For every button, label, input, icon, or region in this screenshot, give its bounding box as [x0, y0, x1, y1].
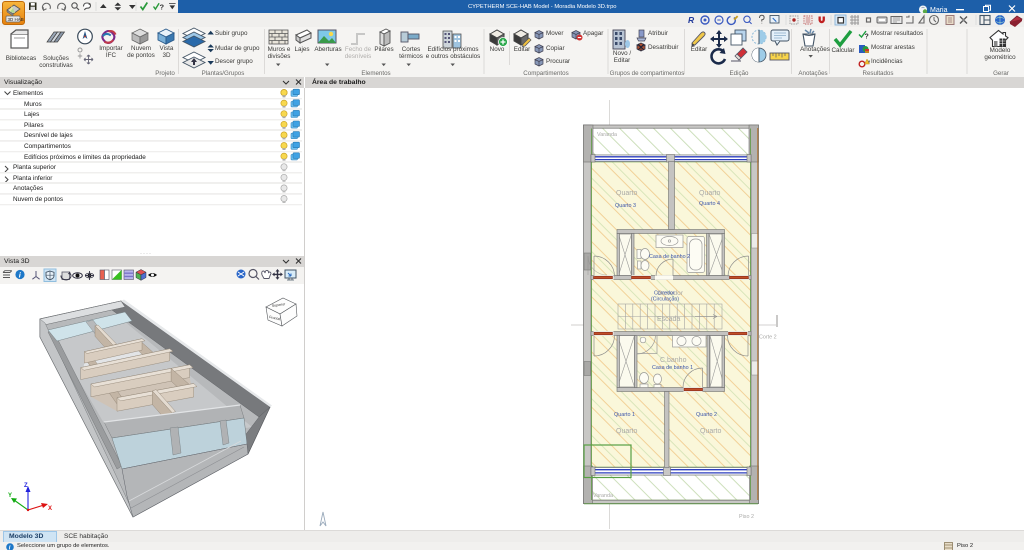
svg-text:R: R: [688, 15, 695, 25]
svg-text:Casa de banho 1: Casa de banho 1: [652, 365, 693, 371]
svg-text:Varanda: Varanda: [597, 132, 617, 138]
svg-text:X: X: [48, 506, 52, 512]
svg-text:Varanda: Varanda: [593, 493, 613, 499]
svg-text:3D HAB: 3D HAB: [8, 17, 24, 22]
svg-text:Z: Z: [24, 483, 28, 489]
svg-text:C.banho: C.banho: [660, 357, 687, 364]
svg-text:Quarto 4: Quarto 4: [699, 201, 720, 207]
svg-text:Escada: Escada: [657, 316, 680, 323]
svg-text:Quarto: Quarto: [616, 428, 638, 435]
svg-text:Quarto: Quarto: [616, 190, 638, 197]
svg-text:Corte 2: Corte 2: [759, 335, 777, 341]
svg-text:Piso 2: Piso 2: [739, 514, 754, 520]
svg-text:Quarto 2: Quarto 2: [696, 412, 717, 418]
svg-text:Casa de banho 2: Casa de banho 2: [649, 254, 690, 260]
svg-text:(Circulação): (Circulação): [651, 297, 679, 303]
svg-text:Quarto 3: Quarto 3: [615, 203, 636, 209]
svg-text:Quarto: Quarto: [700, 428, 722, 435]
svg-text:Quarto: Quarto: [699, 190, 721, 197]
svg-text:?: ?: [160, 3, 165, 12]
svg-text:Quarto 1: Quarto 1: [614, 412, 635, 418]
svg-text:Y: Y: [8, 493, 12, 499]
svg-text:?: ?: [865, 34, 869, 41]
